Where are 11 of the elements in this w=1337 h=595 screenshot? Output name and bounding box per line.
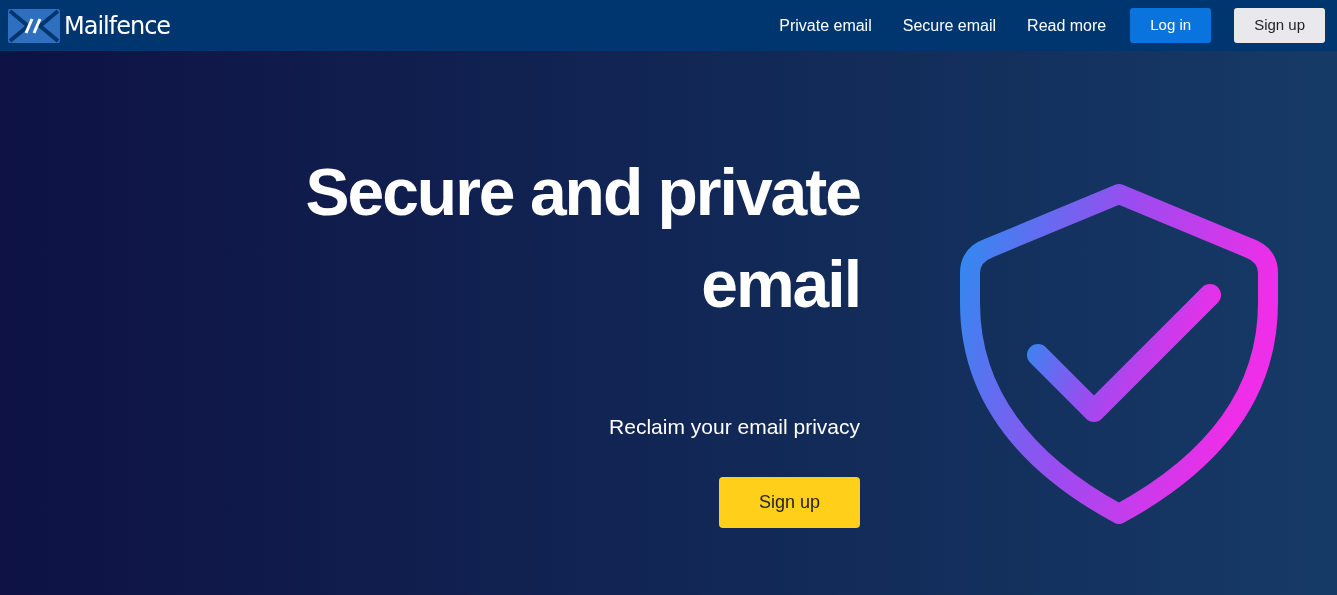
brand-name[interactable]: Mailfence [64,7,171,44]
hero-title: Secure and private email [304,154,860,324]
logo-icon [8,8,60,43]
hero-subtitle: Reclaim your email privacy [609,413,860,440]
nav-link[interactable]: Secure email [902,13,997,38]
sign-up-button[interactable]: Sign up [718,477,860,529]
log-in-button[interactable]: Log in [1130,8,1212,43]
nav-link[interactable]: Private email [779,13,872,38]
shield-check-icon [957,183,1280,525]
nav-link[interactable]: Read more [1027,13,1107,38]
sign-up-button[interactable]: Sign up [1234,8,1325,43]
